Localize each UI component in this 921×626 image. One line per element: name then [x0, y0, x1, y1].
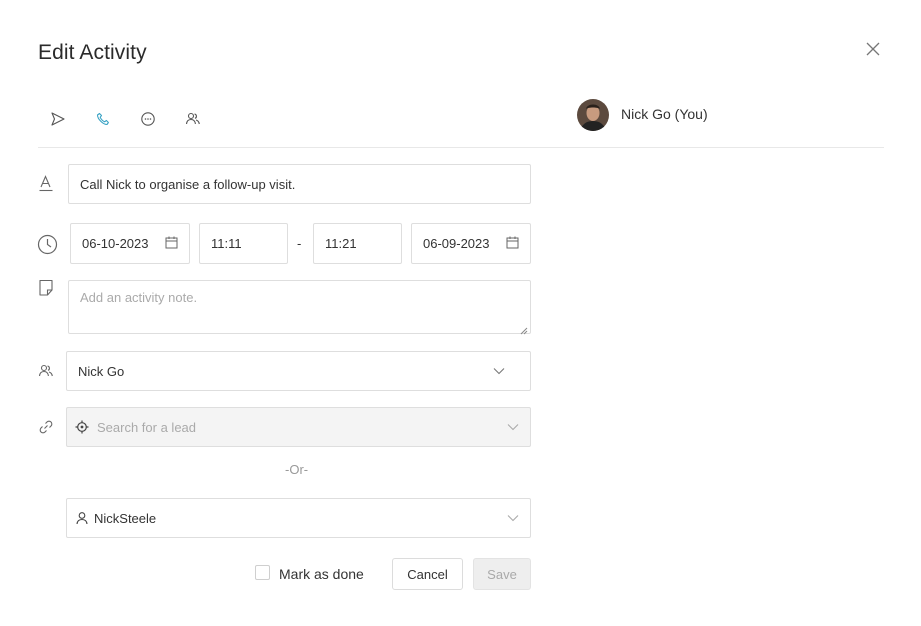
start-date-input[interactable]: 06-10-2023 — [70, 223, 190, 264]
subject-input[interactable]: Call Nick to organise a follow-up visit. — [68, 164, 531, 204]
resize-handle-icon[interactable] — [520, 323, 528, 335]
subject-value: Call Nick to organise a follow-up visit. — [80, 176, 296, 192]
phone-icon[interactable] — [93, 109, 113, 129]
lead-search-select[interactable]: Search for a lead — [66, 407, 531, 447]
lead-placeholder: Search for a lead — [97, 419, 197, 435]
chevron-down-icon — [507, 421, 519, 433]
start-date-value: 06-10-2023 — [82, 236, 149, 251]
close-icon[interactable] — [864, 40, 882, 58]
link-icon — [37, 418, 55, 436]
save-button[interactable]: Save — [473, 558, 531, 590]
end-time-input[interactable]: 11:21 — [313, 223, 402, 264]
calendar-icon — [165, 236, 178, 252]
dialog-title: Edit Activity — [38, 41, 147, 64]
avatar — [577, 99, 609, 131]
title-icon — [37, 174, 55, 192]
assignee-icon — [37, 362, 55, 380]
or-divider-text: -Or- — [285, 462, 309, 477]
meeting-icon[interactable] — [183, 109, 203, 129]
note-placeholder: Add an activity note. — [80, 290, 198, 305]
assignee-value: Nick Go — [78, 363, 125, 379]
contact-value: NickSteele — [94, 510, 157, 526]
end-date-value: 06-09-2023 — [423, 236, 490, 251]
send-icon[interactable] — [48, 109, 68, 129]
calendar-icon — [506, 236, 519, 252]
start-time-value: 11:11 — [211, 236, 242, 251]
chat-icon[interactable] — [138, 109, 158, 129]
chevron-down-icon — [507, 512, 519, 524]
person-icon — [75, 511, 89, 525]
note-textarea[interactable]: Add an activity note. — [68, 280, 531, 335]
clock-icon — [37, 234, 58, 255]
target-icon — [75, 420, 89, 434]
assignee-select[interactable]: Nick Go — [66, 351, 531, 391]
mark-done-checkbox[interactable] — [255, 565, 270, 580]
contact-select[interactable]: NickSteele — [66, 498, 531, 538]
time-separator: - — [297, 236, 302, 251]
end-time-value: 11:21 — [325, 236, 357, 251]
cancel-button[interactable]: Cancel — [392, 558, 463, 590]
start-time-input[interactable]: 11:11 — [199, 223, 288, 264]
note-icon — [37, 279, 55, 297]
chevron-down-icon — [493, 365, 505, 377]
owner-name: Nick Go (You) — [621, 106, 708, 122]
end-date-input[interactable]: 06-09-2023 — [411, 223, 531, 264]
header-divider — [38, 147, 884, 148]
mark-done-label: Mark as done — [279, 566, 364, 582]
